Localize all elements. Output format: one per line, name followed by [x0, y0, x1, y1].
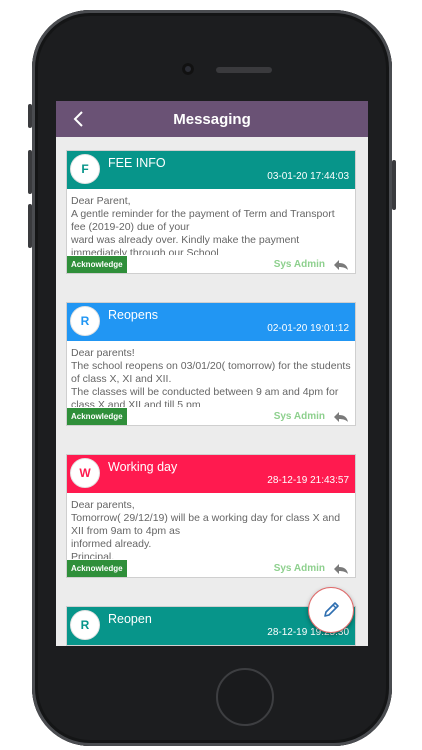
message-body: Dear parents! The school reopens on 03/0…: [71, 347, 351, 407]
message-date: 03-01-20 17:44:03: [267, 171, 349, 182]
avatar: R: [70, 306, 100, 336]
reply-icon[interactable]: [333, 563, 349, 575]
sender-name: Sys Admin: [273, 411, 325, 422]
earpiece-speaker: [216, 67, 272, 73]
volume-down-button: [28, 204, 32, 248]
sender-name: Sys Admin: [273, 563, 325, 574]
message-card-header: W Working day 28-12-19 21:43:57: [67, 455, 355, 493]
acknowledge-button[interactable]: Acknowledge: [67, 560, 127, 577]
message-card-footer: Acknowledge Sys Admin: [67, 407, 355, 425]
message-title: Reopens: [108, 308, 159, 322]
message-body: Dear parents, Tomorrow( 29/12/19) will b…: [71, 499, 341, 559]
compose-button[interactable]: [308, 587, 354, 633]
message-card[interactable]: F FEE INFO 03-01-20 17:44:03 Dear Parent…: [66, 150, 356, 274]
message-card-header: R Reopens 02-01-20 19:01:12: [67, 303, 355, 341]
volume-up-button: [28, 150, 32, 194]
message-card-footer: Acknowledge Sys Admin: [67, 559, 355, 577]
message-date: 02-01-20 19:01:12: [267, 323, 349, 334]
home-button[interactable]: [216, 668, 274, 726]
avatar: F: [70, 154, 100, 184]
reply-icon[interactable]: [333, 411, 349, 423]
message-title: FEE INFO: [108, 156, 166, 170]
message-body: Dear Parent, A gentle reminder for the p…: [71, 195, 335, 255]
pencil-icon: [324, 602, 339, 617]
message-card-footer: Acknowledge Sys Admin: [67, 255, 355, 273]
mute-switch: [28, 104, 32, 128]
reply-icon[interactable]: [333, 259, 349, 271]
message-card[interactable]: R Reopens 02-01-20 19:01:12 Dear parents…: [66, 302, 356, 426]
message-title: Reopen: [108, 612, 152, 626]
message-title: Working day: [108, 460, 178, 474]
acknowledge-button[interactable]: Acknowledge: [67, 408, 127, 425]
avatar: W: [70, 458, 100, 488]
message-card[interactable]: W Working day 28-12-19 21:43:57 Dear par…: [66, 454, 356, 578]
message-date: 28-12-19 21:43:57: [267, 475, 349, 486]
message-card-header: F FEE INFO 03-01-20 17:44:03: [67, 151, 355, 189]
page-title: Messaging: [173, 111, 251, 128]
avatar: R: [70, 610, 100, 640]
app-screen: Messaging F FEE INFO 03-01-20 17:44:03 D…: [56, 101, 368, 646]
front-camera: [182, 63, 194, 75]
sender-name: Sys Admin: [273, 259, 325, 270]
power-button: [392, 160, 396, 210]
navigation-bar: Messaging: [56, 101, 368, 137]
acknowledge-button[interactable]: Acknowledge: [67, 256, 127, 273]
